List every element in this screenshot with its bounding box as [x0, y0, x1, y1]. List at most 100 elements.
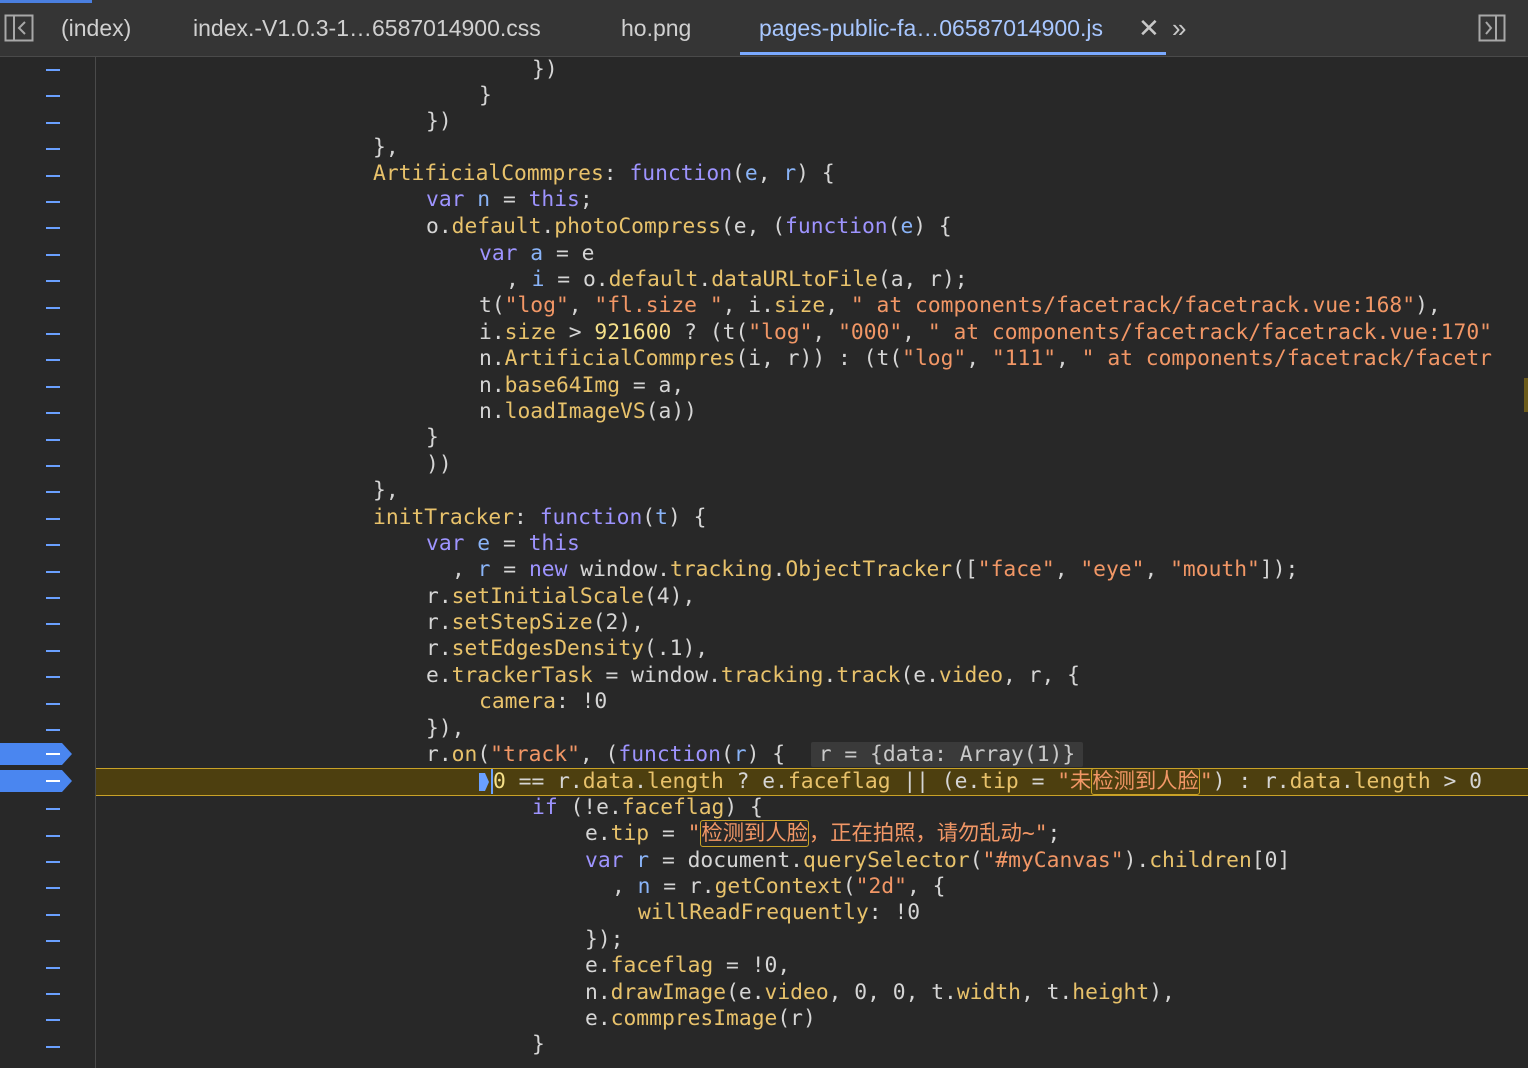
gutter-line-mark[interactable] [46, 253, 60, 256]
code-token: size [773, 293, 826, 318]
code-token: ( [477, 742, 491, 767]
inline-value-preview[interactable]: r = {data: Array(1)} [810, 742, 1084, 767]
code-token: = o. [544, 267, 609, 292]
code-token: ( [732, 161, 745, 186]
gutter-line-mark[interactable] [46, 412, 60, 415]
code-token: , [757, 161, 784, 186]
gutter-line-mark[interactable] [46, 966, 60, 969]
gutter-line-mark[interactable] [46, 359, 60, 362]
gutter-line-mark[interactable] [46, 649, 60, 652]
gutter-line-mark[interactable] [46, 676, 60, 679]
code-token: ObjectTracker [785, 557, 953, 582]
gutter-line-mark[interactable] [46, 861, 60, 863]
code-token: ( [969, 848, 983, 873]
code-token: dataURLtoFile [711, 267, 878, 292]
code-token: "face" [977, 557, 1055, 582]
code-token: default [608, 267, 699, 292]
code-token: = document. [649, 848, 803, 873]
code-token: ，正在拍照，请勿乱动~" [808, 821, 1048, 846]
sidebar-left-icon[interactable] [4, 14, 34, 47]
code-token: faceflag [610, 953, 714, 978]
code-token: = window. [592, 663, 721, 688]
gutter-line-mark[interactable] [46, 623, 60, 626]
gutter-line-mark[interactable] [46, 808, 60, 811]
gutter-line-mark[interactable] [46, 121, 60, 124]
code-token: || (e. [890, 769, 981, 794]
gutter-line-mark[interactable] [46, 1045, 60, 1048]
gutter-line-mark[interactable] [46, 227, 60, 230]
close-tab-icon[interactable]: ✕ [1138, 12, 1160, 44]
code-token: ? (t( [671, 320, 749, 345]
code-token: . [698, 267, 712, 292]
code-token: = [1018, 769, 1058, 794]
code-token: ) { [913, 214, 952, 239]
gutter-line-mark[interactable] [46, 940, 60, 943]
active-tab-indicator [740, 52, 1166, 55]
gutter-line-mark[interactable] [46, 385, 60, 388]
paused-line-marker[interactable] [0, 770, 72, 792]
code-token: r [636, 848, 650, 873]
code-token: . [634, 769, 647, 794]
code-line: var e = this [426, 531, 580, 557]
gutter-line-mark[interactable] [46, 517, 60, 520]
code-token: , r, { [1003, 663, 1080, 688]
gutter-line-mark[interactable] [46, 570, 60, 573]
gutter-line-mark[interactable] [46, 95, 60, 98]
gutter-line-mark[interactable] [46, 491, 60, 494]
gutter-line-mark[interactable] [46, 174, 60, 177]
code-token: "log" [748, 320, 813, 345]
tab-ho-png[interactable]: ho.png [621, 0, 691, 56]
code-token: tracking [720, 663, 824, 688]
gutter-line-mark[interactable] [46, 1019, 60, 1022]
code-token: (2), [592, 610, 644, 635]
code-token: trackerTask [451, 663, 593, 688]
gutter-line-mark[interactable] [46, 887, 60, 890]
gutter-line-mark[interactable] [46, 544, 60, 547]
sidebar-right-icon[interactable] [1478, 14, 1506, 47]
tab-index[interactable]: (index) [61, 0, 131, 56]
code-token: "未 [1057, 769, 1092, 794]
more-tabs-icon[interactable]: » [1172, 12, 1187, 44]
execution-arrow-icon[interactable] [479, 773, 489, 791]
code-token: = [649, 821, 688, 846]
code-token: ) { [667, 505, 707, 530]
code-token: (e. [900, 663, 939, 688]
code-token: r [477, 557, 491, 582]
gutter-line-mark[interactable] [46, 834, 60, 837]
tab-js-file[interactable]: pages-public-fa…06587014900.js [759, 0, 1103, 56]
breakpoint-marker[interactable] [0, 743, 72, 765]
gutter-line-mark[interactable] [46, 465, 60, 467]
gutter-line-mark[interactable] [46, 702, 60, 705]
code-token: (a)) [645, 399, 697, 424]
code-token: ) { [796, 161, 835, 186]
gutter-line-mark[interactable] [46, 993, 60, 995]
code-line: r.on("track", (function(r) { r = {data: … [426, 742, 1084, 768]
code-token: " [687, 821, 701, 846]
code-line: , r = new window.tracking.ObjectTracker(… [452, 557, 1298, 583]
tab-css-file[interactable]: index.-V1.0.3-1…6587014900.css [193, 0, 541, 56]
code-token: , t. [1020, 980, 1073, 1005]
gutter-line-mark[interactable] [46, 597, 60, 599]
code-token: , [506, 267, 532, 292]
code-token: . [1340, 769, 1354, 794]
code-line: o.default.photoCompress(e, (function(e) … [426, 214, 952, 240]
code-token: n. [585, 980, 611, 1005]
code-token: t( [479, 293, 505, 318]
gutter-line-mark[interactable] [46, 201, 60, 203]
gutter-line-mark[interactable] [46, 333, 60, 335]
code-token: on [451, 742, 478, 767]
gutter-line-mark[interactable] [46, 148, 60, 151]
gutter-line-mark[interactable] [46, 913, 60, 916]
code-editor[interactable]: }) } }) }, ArtificialCommpres: function(… [96, 57, 1528, 1068]
gutter-line-mark[interactable] [46, 306, 60, 309]
gutter-line-mark[interactable] [46, 438, 60, 441]
line-number-gutter[interactable] [0, 57, 96, 1068]
gutter-line-mark[interactable] [46, 69, 60, 71]
code-token: video [764, 980, 829, 1005]
code-token: faceflag [621, 795, 725, 820]
gutter-line-mark[interactable] [46, 280, 60, 283]
gutter-line-mark[interactable] [46, 729, 60, 731]
code-token: i [531, 267, 545, 292]
code-text: }); [585, 927, 624, 952]
